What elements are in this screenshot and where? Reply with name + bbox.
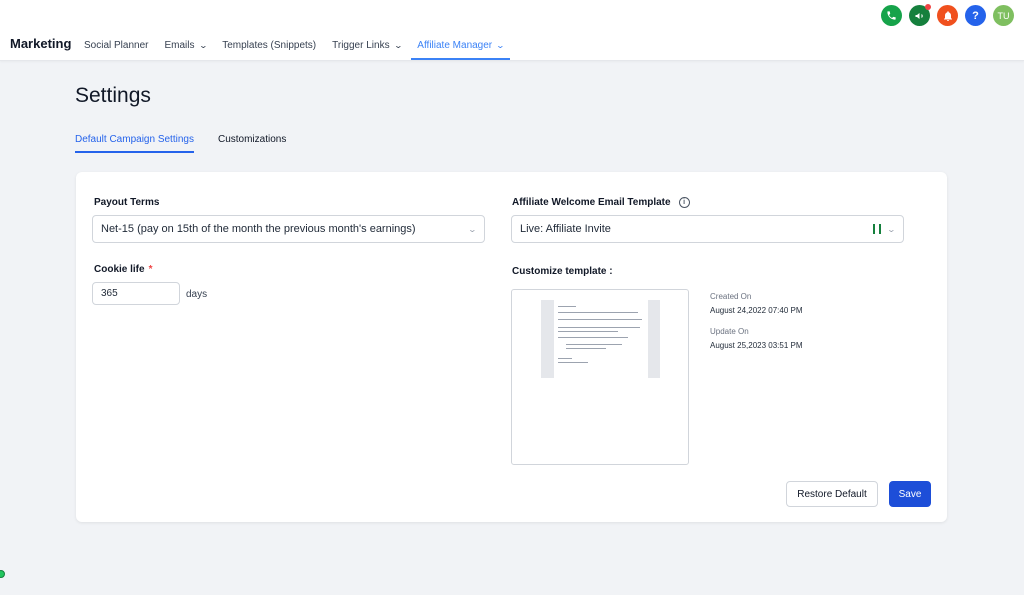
preview-line [558,337,628,338]
notification-dot [925,4,931,10]
settings-tabs: Default Campaign Settings Customizations [75,134,286,153]
status-indicator [0,570,5,578]
template-preview[interactable] [511,289,689,465]
welcome-template-label-text: Affiliate Welcome Email Template [512,197,671,209]
payout-terms-label: Payout Terms [94,197,160,208]
template-preview-document [541,300,660,378]
preview-line [558,319,642,320]
cookie-life-label: Cookie life * [94,264,152,275]
nav-affiliate-manager[interactable]: Affiliate Manager ⌄ [411,30,510,60]
chevron-down-icon: ⌄ [886,225,897,234]
nav-emails-label: Emails [164,39,195,51]
cookie-life-unit: days [186,289,208,300]
nav-trigger-links[interactable]: Trigger Links ⌄ [326,30,407,60]
preview-line [566,344,622,345]
nav-social-planner-label: Social Planner [84,39,149,51]
page-title: Settings [75,84,151,107]
preview-line [558,312,638,313]
announcements-button[interactable] [909,4,931,26]
megaphone-icon [915,12,923,19]
preview-line [566,348,606,349]
welcome-template-value: Live: Affiliate Invite [520,223,611,235]
preview-line [558,331,618,332]
preview-line [558,327,640,328]
bell-icon [943,10,952,21]
chevron-down-icon: ⌄ [467,225,478,234]
phone-icon [887,11,896,20]
welcome-template-label: Affiliate Welcome Email Template i [512,197,690,208]
tab-default-campaign-settings[interactable]: Default Campaign Settings [75,134,194,153]
updated-on-value: August 25,2023 03:51 PM [710,341,803,350]
phone-button[interactable] [881,5,902,26]
settings-card: Payout Terms Net-15 (pay on 15th of the … [76,172,947,522]
welcome-template-select[interactable]: Live: Affiliate Invite ⌄ [511,215,904,243]
nav-social-planner[interactable]: Social Planner [78,30,154,60]
restore-default-button[interactable]: Restore Default [786,481,878,507]
save-button[interactable]: Save [889,481,931,507]
template-preview-page [554,300,648,378]
created-on-value: August 24,2022 07:40 PM [710,306,803,315]
cookie-life-value: 365 [101,288,118,299]
notifications-button[interactable] [937,5,958,26]
customize-template-label: Customize template : [512,266,613,277]
required-mark: * [148,264,153,275]
chevron-down-icon: ⌄ [495,40,506,50]
preview-line [558,362,588,363]
help-icon: ? [972,9,979,22]
header-actions: ? TU [881,4,1014,26]
nav-templates[interactable]: Templates (Snippets) [216,30,322,60]
user-avatar[interactable]: TU [993,5,1014,26]
top-header: Marketing Social Planner Emails ⌄ Templa… [0,0,1024,61]
info-icon[interactable]: i [678,197,690,208]
chevron-down-icon: ⌄ [393,40,403,50]
nav-emails[interactable]: Emails ⌄ [158,30,212,60]
tab-customizations[interactable]: Customizations [218,134,286,153]
created-on-label: Created On [710,292,752,301]
help-button[interactable]: ? [965,5,986,26]
nav-trigger-links-label: Trigger Links [332,39,390,51]
nav-affiliate-manager-label: Affiliate Manager [417,39,493,51]
updated-on-label: Update On [710,327,749,336]
cookie-life-input[interactable]: 365 [92,282,180,305]
cookie-life-label-text: Cookie life [94,264,145,275]
payout-terms-select[interactable]: Net-15 (pay on 15th of the month the pre… [92,215,485,243]
avatar-initials: TU [997,10,1010,21]
app-brand: Marketing [10,36,72,51]
nav-templates-label: Templates (Snippets) [222,39,317,51]
template-builder-icon [873,224,881,234]
chevron-down-icon: ⌄ [198,40,208,50]
preview-line [558,358,572,359]
payout-terms-value: Net-15 (pay on 15th of the month the pre… [101,223,416,235]
preview-line [558,306,576,307]
main-nav: Social Planner Emails ⌄ Templates (Snipp… [78,30,514,60]
